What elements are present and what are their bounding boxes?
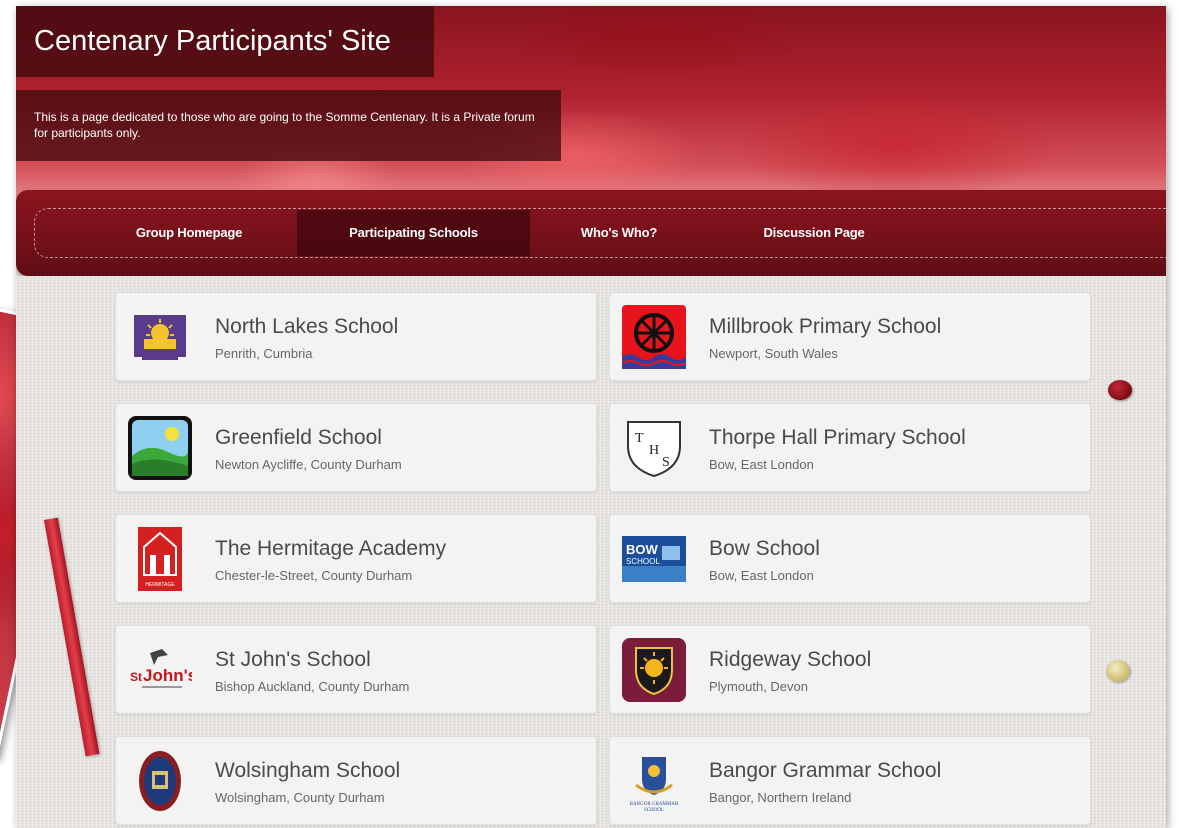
thorpe-hall-shield-logo-icon: T H S — [622, 416, 686, 480]
nav-whos-who[interactable]: Who's Who? — [543, 210, 695, 256]
main-navigation: Group Homepage Participating Schools Who… — [16, 190, 1166, 276]
nav-participating-schools[interactable]: Participating Schools — [297, 210, 530, 256]
svg-text:SCHOOL: SCHOOL — [626, 557, 660, 566]
wolsingham-crest-logo-icon — [128, 749, 192, 813]
ridgeway-shield-logo-icon — [622, 638, 686, 702]
school-location: Bishop Auckland, County Durham — [215, 679, 410, 694]
st-johns-logo-icon: St John's — [128, 638, 192, 702]
school-name: Ridgeway School — [709, 648, 872, 671]
school-location: Bow, East London — [709, 568, 814, 583]
svg-text:T: T — [635, 431, 644, 446]
school-card-bow[interactable]: BOW SCHOOL Bow School Bow, East London — [609, 514, 1091, 603]
school-name: Wolsingham School — [215, 759, 401, 782]
school-card-bangor[interactable]: BANGOR GRAMMAR SCHOOL Bangor Grammar Sch… — [609, 736, 1091, 825]
hermitage-logo-icon: HERMITAGE — [128, 527, 192, 591]
svg-text:BOW: BOW — [626, 542, 659, 557]
bangor-crest-logo-icon: BANGOR GRAMMAR SCHOOL — [622, 749, 686, 813]
school-location: Newport, South Wales — [709, 346, 838, 361]
gold-pin-decoration — [1106, 660, 1130, 682]
school-location: Chester-le-Street, County Durham — [215, 568, 413, 583]
school-location: Bangor, Northern Ireland — [709, 790, 852, 805]
svg-text:H: H — [649, 443, 659, 458]
svg-text:John's: John's — [143, 666, 192, 685]
school-name: The Hermitage Academy — [215, 537, 447, 560]
school-location: Plymouth, Devon — [709, 679, 808, 694]
svg-text:SCHOOL: SCHOOL — [644, 808, 664, 813]
school-name: Greenfield School — [215, 426, 382, 449]
school-name: Millbrook Primary School — [709, 315, 942, 338]
nav-group-homepage[interactable]: Group Homepage — [99, 210, 279, 256]
nav-discussion-page[interactable]: Discussion Page — [728, 210, 900, 256]
svg-text:BANGOR GRAMMAR: BANGOR GRAMMAR — [630, 802, 679, 807]
school-card-north-lakes[interactable]: North Lakes School Penrith, Cumbria — [115, 292, 597, 381]
school-name: Thorpe Hall Primary School — [709, 426, 966, 449]
school-location: Penrith, Cumbria — [215, 346, 313, 361]
schools-grid: North Lakes School Penrith, Cumbria Mill… — [16, 276, 1166, 828]
school-name: St John's School — [215, 648, 371, 671]
school-card-ridgeway[interactable]: Ridgeway School Plymouth, Devon — [609, 625, 1091, 714]
school-location: Bow, East London — [709, 457, 814, 472]
site-title: Centenary Participants' Site — [16, 6, 434, 77]
svg-text:St: St — [130, 670, 142, 684]
school-name: North Lakes School — [215, 315, 399, 338]
bow-school-logo-icon: BOW SCHOOL — [622, 527, 686, 591]
greenfield-landscape-logo-icon — [128, 416, 192, 480]
north-lakes-logo-icon — [128, 305, 192, 369]
page-frame: Centenary Participants' Site This is a p… — [16, 6, 1166, 828]
school-name: Bow School — [709, 537, 820, 560]
site-description: This is a page dedicated to those who ar… — [16, 90, 561, 161]
school-name: Bangor Grammar School — [709, 759, 942, 782]
svg-text:S: S — [662, 455, 670, 470]
school-card-millbrook[interactable]: Millbrook Primary School Newport, South … — [609, 292, 1091, 381]
school-card-hermitage[interactable]: HERMITAGE The Hermitage Academy Chester-… — [115, 514, 597, 603]
millbrook-wheel-logo-icon — [622, 305, 686, 369]
school-location: Newton Aycliffe, County Durham — [215, 457, 402, 472]
red-pin-decoration — [1108, 380, 1132, 400]
school-card-thorpe-hall[interactable]: T H S Thorpe Hall Primary School Bow, Ea… — [609, 403, 1091, 492]
school-card-greenfield[interactable]: Greenfield School Newton Aycliffe, Count… — [115, 403, 597, 492]
school-location: Wolsingham, County Durham — [215, 790, 385, 805]
school-card-wolsingham[interactable]: Wolsingham School Wolsingham, County Dur… — [115, 736, 597, 825]
school-card-st-johns[interactable]: St John's St John's School Bishop Auckla… — [115, 625, 597, 714]
svg-text:HERMITAGE: HERMITAGE — [145, 582, 175, 588]
